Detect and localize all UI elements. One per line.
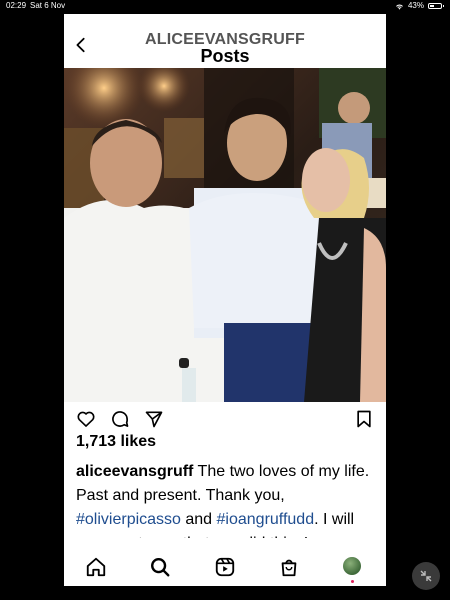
comment-icon[interactable] (110, 409, 130, 429)
heart-icon[interactable] (76, 409, 96, 429)
instagram-post-view: ALICEEVANSGRUFF Posts 1,713 likes alicee… (64, 14, 386, 586)
hashtag-olivierpicasso[interactable]: #olivierpicasso (76, 511, 181, 528)
status-date: Sat 6 Nov (30, 1, 66, 10)
likes-count[interactable]: 1,713 likes (76, 433, 156, 451)
battery-fill (430, 5, 434, 7)
collapse-arrows-icon (420, 570, 432, 582)
bookmark-icon[interactable] (354, 409, 374, 429)
status-right: 43% (395, 0, 444, 12)
post-photo[interactable] (64, 68, 386, 402)
post-photo-image (64, 68, 386, 402)
notification-dot (351, 580, 354, 583)
caption-username[interactable]: aliceevansgruff (76, 463, 193, 480)
shop-bag-icon[interactable] (278, 556, 300, 578)
reels-icon[interactable] (214, 556, 236, 578)
page-title: Posts (200, 46, 250, 66)
home-icon[interactable] (85, 556, 107, 578)
bottom-navigation (64, 550, 386, 586)
header: ALICEEVANSGRUFF Posts (64, 14, 386, 68)
profile-avatar[interactable] (343, 557, 361, 575)
wifi-icon (396, 4, 403, 10)
post-actions (64, 404, 386, 432)
battery-percent: 43% (407, 1, 424, 10)
search-icon[interactable] (149, 556, 171, 578)
battery-icon (428, 3, 444, 9)
status-time: 02:29 (6, 1, 27, 10)
assistive-touch-button[interactable] (412, 562, 440, 590)
post-caption: aliceevansgruff The two loves of my life… (76, 460, 381, 538)
caption-text-2: and (180, 511, 217, 528)
send-icon[interactable] (144, 409, 164, 429)
status-bar: 02:29 Sat 6 Nov 43% (0, 0, 450, 12)
hashtag-ioangruffudd[interactable]: #ioangruffudd (217, 511, 315, 528)
